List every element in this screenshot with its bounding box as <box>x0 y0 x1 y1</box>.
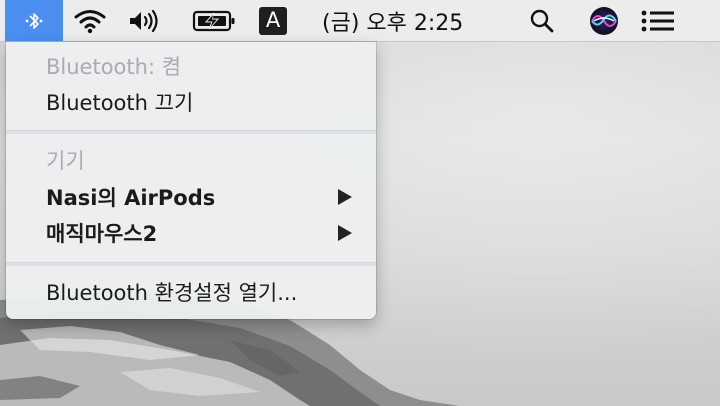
device-item-airpods[interactable]: Nasi의 AirPods <box>46 182 215 212</box>
wifi-menu-extra[interactable] <box>70 0 110 41</box>
spotlight-search-icon <box>530 9 554 32</box>
input-source-menu-extra[interactable]: A <box>256 0 290 41</box>
devices-section-header: 기기 <box>46 149 85 173</box>
siri-icon <box>590 6 618 35</box>
notification-center-icon <box>641 10 674 31</box>
menu-separator <box>6 262 376 266</box>
submenu-arrow-icon[interactable] <box>336 218 354 248</box>
device-item-magic-mouse[interactable]: 매직마우스2 <box>46 218 157 248</box>
bluetooth-status-label: Bluetooth: 켬 <box>46 55 182 79</box>
bluetooth-dropdown-menu: Bluetooth: 켬 Bluetooth 끄기 기기 Nasi의 AirPo… <box>6 42 376 319</box>
volume-menu-extra[interactable] <box>124 0 164 41</box>
desktop: A (금) 오후 2:25 Bluetooth: 켬 Bluetooth 끄기 … <box>0 0 720 406</box>
bluetooth-menu-extra[interactable] <box>5 0 63 41</box>
clock[interactable]: (금) 오후 2:25 <box>322 0 488 41</box>
battery-charging-icon <box>192 10 235 31</box>
bluetooth-toggle-item[interactable]: Bluetooth 끄기 <box>46 87 193 117</box>
spotlight-button[interactable] <box>524 0 560 41</box>
submenu-arrow-icon[interactable] <box>336 182 354 212</box>
battery-menu-extra[interactable] <box>190 0 238 41</box>
menu-bar: A (금) 오후 2:25 <box>0 0 720 42</box>
volume-icon <box>130 9 158 32</box>
siri-button[interactable] <box>586 0 622 41</box>
menu-separator <box>6 130 376 134</box>
bluetooth-icon <box>25 12 43 29</box>
wifi-icon <box>74 9 106 33</box>
input-source-label: A <box>259 6 287 35</box>
notification-center-button[interactable] <box>636 0 680 41</box>
open-bluetooth-preferences-item[interactable]: Bluetooth 환경설정 열기... <box>46 277 297 307</box>
